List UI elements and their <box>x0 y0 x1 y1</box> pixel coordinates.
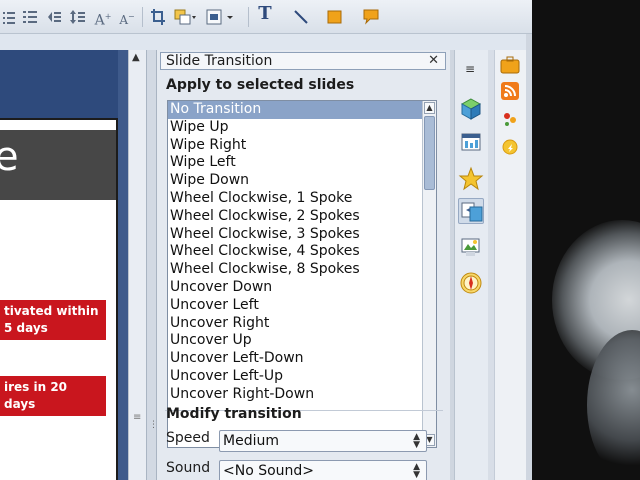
decrease-font-glyph: A <box>119 13 128 27</box>
transition-item[interactable]: Wipe Right <box>168 137 436 155</box>
formatting-toolbar: A+ A− T <box>0 0 532 34</box>
transition-item[interactable]: Wipe Down <box>168 172 436 190</box>
pane-title-bar: Slide Transition ✕ <box>160 52 446 70</box>
slide-edit-area[interactable]: e tivated within 5 days ires in 20 days <box>0 50 146 480</box>
transition-item[interactable]: Wheel Clockwise, 4 Spokes <box>168 243 436 261</box>
window-right-edge <box>526 34 532 480</box>
transition-item[interactable]: Uncover Down <box>168 279 436 297</box>
navigator-icon[interactable] <box>458 270 484 296</box>
scroll-up-icon[interactable]: ▲ <box>424 102 435 114</box>
sun-icon[interactable] <box>499 136 521 158</box>
apply-section-heading: Apply to selected slides <box>166 77 355 93</box>
desktop-background <box>532 0 640 480</box>
arrange-icon[interactable] <box>174 8 196 26</box>
slide-transition-icon[interactable] <box>458 198 484 224</box>
paragraph-move-icon[interactable] <box>46 8 62 26</box>
master-pages-icon[interactable] <box>458 96 484 122</box>
sound-label: Sound <box>166 460 211 476</box>
transition-item[interactable]: Wipe Left <box>168 154 436 172</box>
scroll-up-arrow-icon[interactable]: ▲ <box>132 52 140 63</box>
align-icon[interactable] <box>205 8 237 26</box>
listbox-scrollbar[interactable]: ▲ ▼ <box>422 101 436 447</box>
slide-title-bar[interactable]: e <box>0 130 116 200</box>
chevron-updown-icon: ▲ ▼ <box>413 462 420 480</box>
transition-item[interactable]: Uncover Up <box>168 332 436 350</box>
transition-item[interactable]: Uncover Right-Down <box>168 386 436 404</box>
increase-font-icon[interactable]: A+ <box>94 8 112 29</box>
transition-item[interactable]: Wheel Clockwise, 2 Spokes <box>168 208 436 226</box>
numbered-list-icon[interactable] <box>22 8 38 26</box>
apps-icon[interactable] <box>499 108 521 130</box>
toolbar-separator <box>142 7 143 27</box>
sound-select[interactable]: <No Sound> ▲ ▼ <box>219 460 427 480</box>
line-spacing-icon[interactable] <box>70 8 86 26</box>
transition-item[interactable]: Wipe Up <box>168 119 436 137</box>
crop-icon[interactable] <box>150 8 166 26</box>
rss-feed-icon[interactable] <box>499 80 521 102</box>
briefcase-icon[interactable] <box>499 54 521 76</box>
slide-vertical-scrollbar[interactable]: ▲ ≡ <box>128 50 146 480</box>
slide-note-expires[interactable]: ires in 20 days <box>0 376 106 416</box>
transition-item[interactable]: No Transition <box>168 101 436 119</box>
transition-list: No Transition Wipe Up Wipe Right Wipe Left W… <box>168 101 436 404</box>
decrease-font-icon[interactable]: A− <box>118 8 136 27</box>
scroll-thumb[interactable] <box>424 116 435 190</box>
transition-item[interactable]: Uncover Left-Up <box>168 368 436 386</box>
speed-select[interactable]: Medium ▲ ▼ <box>219 430 427 452</box>
layouts-icon[interactable] <box>458 130 484 156</box>
slide-canvas[interactable]: e tivated within 5 days ires in 20 days <box>0 118 118 480</box>
slide-note-activated[interactable]: tivated within 5 days <box>0 300 106 340</box>
callout-tool-icon[interactable] <box>362 8 380 26</box>
toolbar-separator <box>248 7 249 27</box>
sidebar-tab-bar: ≡ <box>454 50 488 480</box>
chevron-updown-icon: ▲ ▼ <box>413 432 420 450</box>
gallery-icon[interactable] <box>458 234 484 260</box>
transition-item[interactable]: Uncover Left-Down <box>168 350 436 368</box>
custom-animation-icon[interactable] <box>458 166 484 192</box>
secondary-sidebar <box>494 50 526 480</box>
speed-label: Speed <box>166 430 210 446</box>
bullets-list-icon[interactable] <box>2 8 16 26</box>
increase-font-glyph: A <box>94 12 105 29</box>
toolbar-spacer <box>0 34 532 50</box>
transition-item[interactable]: Wheel Clockwise, 8 Spokes <box>168 261 436 279</box>
slide-transition-pane: Slide Transition ✕ Apply to selected sli… <box>156 50 450 480</box>
close-icon[interactable]: ✕ <box>428 53 439 69</box>
modify-section-heading: Modify transition <box>166 406 302 422</box>
slide-title-text: e <box>0 134 19 180</box>
transition-item[interactable]: Uncover Left <box>168 297 436 315</box>
pane-splitter[interactable]: ⋮ <box>146 50 158 480</box>
rectangle-tool-icon[interactable] <box>326 8 344 26</box>
pane-title: Slide Transition <box>166 53 273 69</box>
speed-value: Medium <box>223 433 279 449</box>
scroll-grip-icon[interactable]: ≡ <box>133 412 141 423</box>
text-tool-icon[interactable]: T <box>256 5 274 23</box>
line-tool-icon[interactable] <box>292 8 310 26</box>
transition-item[interactable]: Uncover Right <box>168 315 436 333</box>
transition-item[interactable]: Wheel Clockwise, 1 Spoke <box>168 190 436 208</box>
sound-value: <No Sound> <box>223 463 315 479</box>
transition-listbox[interactable]: No Transition Wipe Up Wipe Right Wipe Left W… <box>167 100 437 448</box>
transition-item[interactable]: Wheel Clockwise, 3 Spokes <box>168 226 436 244</box>
sidebar-menu-icon[interactable]: ≡ <box>465 62 475 76</box>
